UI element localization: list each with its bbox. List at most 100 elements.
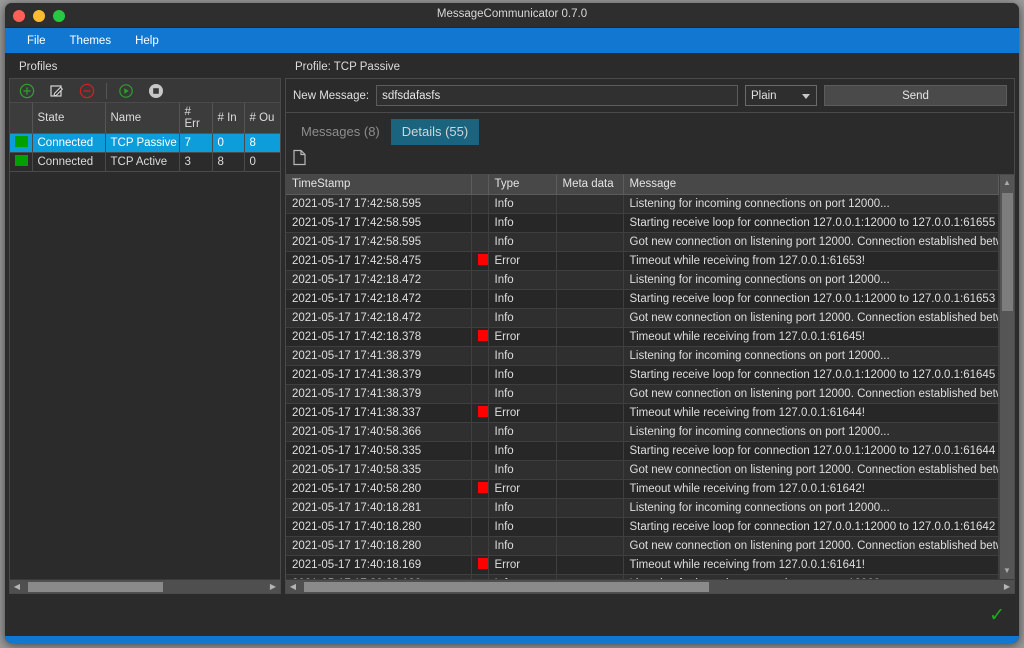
scroll-down-arrow-icon[interactable]: ▼ <box>1003 563 1011 579</box>
scroll-right-arrow-icon[interactable]: ▶ <box>1000 582 1014 591</box>
menu-bar: File Themes Help <box>5 28 1019 53</box>
document-page-icon[interactable] <box>292 149 307 166</box>
col-err[interactable]: # Err <box>179 103 213 134</box>
col-flag[interactable] <box>471 175 489 195</box>
table-row[interactable]: 2021-05-17 17:40:58.280 Error Timeout whil… <box>286 479 999 499</box>
log-message: Timeout while receiving from 127.0.0.1:6… <box>623 251 999 271</box>
col-type[interactable]: Type <box>488 175 557 195</box>
log-table-scroll[interactable]: TimeStamp Type Meta data Message 2021-05… <box>286 175 999 579</box>
add-profile-button[interactable] <box>12 80 42 102</box>
log-type: Info <box>488 384 557 404</box>
col-out[interactable]: # Ou <box>244 103 280 134</box>
log-type: Error <box>488 403 557 423</box>
send-button[interactable]: Send <box>824 85 1007 106</box>
scroll-left-arrow-icon[interactable]: ◀ <box>286 582 300 591</box>
table-row[interactable]: 2021-05-17 17:41:38.379 Info Listening for… <box>286 346 999 366</box>
log-flag <box>471 289 489 309</box>
log-meta-data <box>556 555 624 575</box>
delete-profile-button[interactable] <box>72 80 102 102</box>
log-timestamp: 2021-05-17 17:40:18.280 <box>286 536 472 556</box>
scroll-track[interactable] <box>24 581 266 592</box>
table-row[interactable]: 2021-05-17 17:42:58.595 Info Starting rece… <box>286 213 999 233</box>
table-row[interactable]: 2021-05-17 17:42:18.378 Error Timeout whil… <box>286 327 999 347</box>
scroll-up-arrow-icon[interactable]: ▲ <box>1003 175 1011 191</box>
table-row[interactable]: 2021-05-17 17:42:58.595 Info Listening for… <box>286 194 999 214</box>
scroll-thumb[interactable] <box>1002 193 1013 311</box>
edit-profile-button[interactable] <box>42 80 72 102</box>
table-row[interactable]: 2021-05-17 17:40:18.280 Info Starting rece… <box>286 517 999 537</box>
log-message: Listening for incoming connections on po… <box>623 422 999 442</box>
col-state[interactable]: State <box>32 103 106 134</box>
table-row[interactable]: 2021-05-17 17:41:38.379 Info Starting rece… <box>286 365 999 385</box>
stop-profile-button[interactable] <box>141 80 171 102</box>
log-type: Info <box>488 308 557 328</box>
table-row[interactable]: 2021-05-17 17:42:58.595 Info Got new conne… <box>286 232 999 252</box>
table-row[interactable]: 2021-05-17 17:42:18.472 Info Starting rece… <box>286 289 999 309</box>
window-title: MessageCommunicator 0.7.0 <box>436 8 588 20</box>
col-in[interactable]: # In <box>212 103 245 134</box>
message-format-select[interactable]: Plain <box>745 85 817 106</box>
col-meta-data[interactable]: Meta data <box>556 175 624 195</box>
table-row[interactable]: 2021-05-17 17:40:58.335 Info Starting rece… <box>286 441 999 461</box>
menu-item-file[interactable]: File <box>15 31 58 51</box>
log-type: Info <box>488 460 557 480</box>
table-row[interactable]: 2021-05-17 17:40:18.169 Error Timeout whil… <box>286 555 999 575</box>
profiles-table-scroll[interactable]: State Name # Err # In # Ou Connected TCP… <box>10 103 280 579</box>
log-table-area: TimeStamp Type Meta data Message 2021-05… <box>286 174 1014 579</box>
log-flag <box>471 365 489 385</box>
error-indicator-icon <box>477 330 487 341</box>
scroll-track[interactable] <box>300 581 1000 592</box>
new-message-input[interactable] <box>376 85 738 106</box>
table-row[interactable]: 2021-05-17 17:40:18.281 Info Listening for… <box>286 498 999 518</box>
table-row[interactable]: 2021-05-17 17:42:18.472 Info Listening for… <box>286 270 999 290</box>
col-name[interactable]: Name <box>105 103 180 134</box>
table-row[interactable]: 2021-05-17 17:42:18.472 Info Got new conne… <box>286 308 999 328</box>
col-state-indicator[interactable] <box>10 103 33 134</box>
scroll-left-arrow-icon[interactable]: ◀ <box>10 582 24 591</box>
log-table-body: 2021-05-17 17:42:58.595 Info Listening for… <box>286 194 999 579</box>
log-meta-data <box>556 289 624 309</box>
profile-name: TCP Passive <box>105 133 180 153</box>
stop-circle-icon <box>149 83 163 98</box>
table-row[interactable]: 2021-05-17 17:40:58.366 Info Listening for… <box>286 422 999 442</box>
scroll-thumb[interactable] <box>28 581 163 592</box>
log-horizontal-scrollbar[interactable]: ◀ ▶ <box>286 579 1014 593</box>
table-row[interactable]: Connected TCP Active 3 8 0 <box>10 152 280 172</box>
col-timestamp[interactable]: TimeStamp <box>286 175 472 195</box>
log-timestamp: 2021-05-17 17:41:38.379 <box>286 346 472 366</box>
message-format-value: Plain <box>751 89 777 102</box>
scroll-right-arrow-icon[interactable]: ▶ <box>266 582 280 591</box>
log-vertical-scrollbar[interactable]: ▲ ▼ <box>999 175 1014 579</box>
table-row[interactable]: 2021-05-17 17:40:58.335 Info Got new conne… <box>286 460 999 480</box>
tab-messages[interactable]: Messages (8) <box>290 119 391 145</box>
menu-item-themes[interactable]: Themes <box>58 31 124 51</box>
scroll-thumb[interactable] <box>304 581 709 592</box>
log-message: Starting receive loop for connection 127… <box>623 441 999 461</box>
tab-details[interactable]: Details (55) <box>390 119 480 145</box>
table-row[interactable]: 2021-05-17 17:40:18.280 Info Got new conne… <box>286 536 999 556</box>
detail-panel: Profile: TCP Passive New Message: Plain … <box>285 57 1015 594</box>
log-timestamp: 2021-05-17 17:42:58.595 <box>286 232 472 252</box>
table-row[interactable]: 2021-05-17 17:42:58.475 Error Timeout whil… <box>286 251 999 271</box>
new-message-box: New Message: Plain Send <box>285 78 1015 113</box>
log-meta-data <box>556 270 624 290</box>
profiles-horizontal-scrollbar[interactable]: ◀ ▶ <box>10 579 280 593</box>
table-row[interactable]: 2021-05-17 17:41:38.379 Info Got new conne… <box>286 384 999 404</box>
table-row[interactable]: Connected TCP Passive 7 0 8 <box>10 133 280 153</box>
log-meta-data <box>556 232 624 252</box>
log-message: Starting receive loop for connection 127… <box>623 365 999 385</box>
menu-item-help[interactable]: Help <box>123 31 171 51</box>
log-type: Info <box>488 289 557 309</box>
log-meta-data <box>556 194 624 214</box>
profile-out-count: 8 <box>244 133 280 153</box>
log-flag <box>471 270 489 290</box>
log-type: Info <box>488 441 557 461</box>
start-profile-button[interactable] <box>111 80 141 102</box>
table-row[interactable]: 2021-05-17 17:41:38.337 Error Timeout whil… <box>286 403 999 423</box>
log-timestamp: 2021-05-17 17:40:18.281 <box>286 498 472 518</box>
play-circle-icon <box>119 83 133 98</box>
col-message[interactable]: Message <box>623 175 999 195</box>
log-timestamp: 2021-05-17 17:40:18.280 <box>286 517 472 537</box>
log-message: Timeout while receiving from 127.0.0.1:6… <box>623 479 999 499</box>
scroll-track[interactable] <box>1000 191 1014 563</box>
